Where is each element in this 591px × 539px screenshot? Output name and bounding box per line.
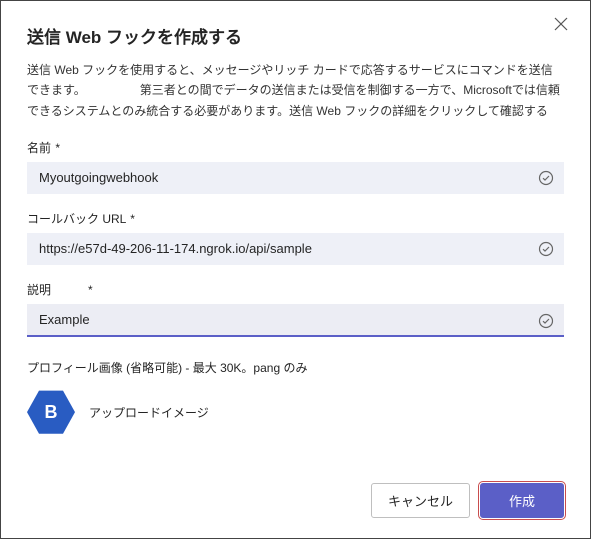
valid-check-icon (538, 241, 554, 257)
name-field: 名前 * (27, 139, 564, 194)
dialog-footer: キャンセル 作成 (27, 471, 564, 518)
avatar-initial: B (45, 402, 58, 423)
description-field: 説明 * (27, 281, 564, 337)
callback-url-label: コールバック URL * (27, 210, 564, 227)
dialog-description: 送信 Web フックを使用すると、メッセージやリッチ カードで応答するサービスに… (27, 60, 564, 121)
callback-url-input[interactable] (27, 233, 564, 265)
upload-image-link[interactable]: アップロードイメージ (89, 404, 209, 421)
name-input[interactable] (27, 162, 564, 194)
create-webhook-dialog: 送信 Web フックを作成する 送信 Web フックを使用すると、メッセージやリ… (1, 1, 590, 538)
cancel-button[interactable]: キャンセル (371, 483, 470, 518)
close-button[interactable] (554, 17, 572, 35)
name-label: 名前 * (27, 139, 564, 156)
avatar[interactable]: B (27, 388, 75, 436)
dialog-title: 送信 Web フックを作成する (27, 23, 564, 48)
close-icon (554, 17, 568, 31)
valid-check-icon (538, 170, 554, 186)
create-button[interactable]: 作成 (480, 483, 564, 518)
avatar-hexagon: B (27, 388, 75, 436)
description-label: 説明 * (27, 281, 564, 298)
callback-url-field: コールバック URL * (27, 210, 564, 265)
profile-image-label: プロフィール画像 (省略可能) - 最大 30K。pang のみ (27, 359, 564, 376)
description-input[interactable] (27, 304, 564, 337)
valid-check-icon (538, 313, 554, 329)
profile-image-section: プロフィール画像 (省略可能) - 最大 30K。pang のみ B アップロー… (27, 359, 564, 436)
